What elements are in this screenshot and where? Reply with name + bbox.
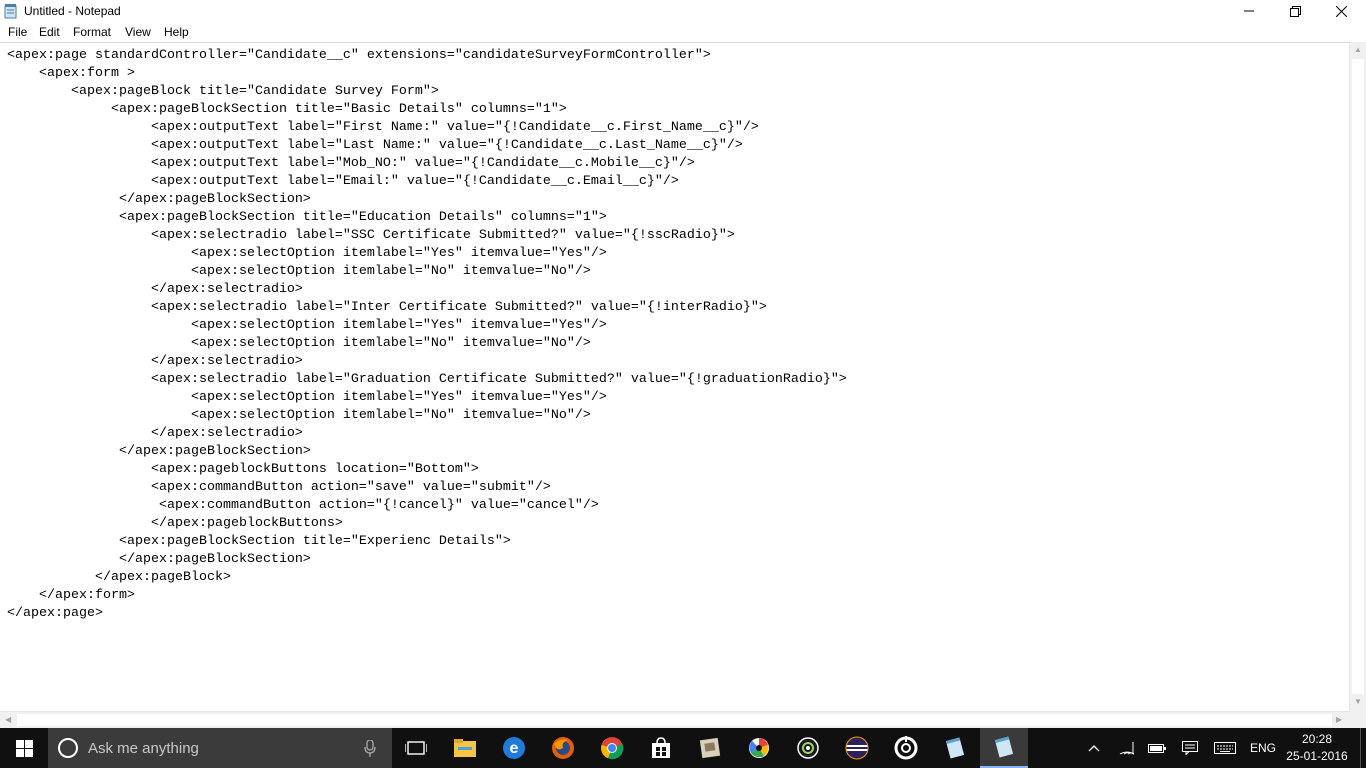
keyboard-icon xyxy=(1214,742,1236,754)
menu-view[interactable]: View xyxy=(125,25,151,39)
scroll-down-icon[interactable]: ▼ xyxy=(1354,697,1362,706)
eclipse-button[interactable] xyxy=(833,728,881,768)
cortana-search-box[interactable]: Ask me anything xyxy=(48,728,392,768)
file-explorer-button[interactable] xyxy=(441,728,489,768)
battery-button[interactable] xyxy=(1144,728,1170,768)
windows-logo-icon xyxy=(15,739,33,757)
notepad-pinned-button[interactable] xyxy=(931,728,979,768)
edge-icon: e xyxy=(503,737,525,759)
vertical-scrollbar[interactable]: ▲ ▼ xyxy=(1349,42,1366,711)
notepad-icon xyxy=(945,737,965,759)
horizontal-scrollbar[interactable]: ◀ ▶ xyxy=(0,711,1349,729)
vertical-scroll-thumb[interactable] xyxy=(1352,59,1364,694)
firefox-button[interactable] xyxy=(539,728,587,768)
task-view-button[interactable] xyxy=(392,728,440,768)
notepad-icon xyxy=(4,4,18,19)
eclipse-icon xyxy=(845,736,869,760)
menu-help[interactable]: Help xyxy=(164,25,189,39)
network-button[interactable] xyxy=(1114,728,1140,768)
task-view-icon xyxy=(405,741,427,755)
action-center-button[interactable] xyxy=(1176,728,1204,768)
scroll-right-icon[interactable]: ▶ xyxy=(1336,715,1342,724)
microphone-icon[interactable] xyxy=(364,740,376,757)
scroll-up-icon[interactable]: ▲ xyxy=(1354,45,1362,54)
minimize-button[interactable] xyxy=(1226,0,1272,22)
start-button[interactable] xyxy=(0,728,48,768)
close-button[interactable] xyxy=(1318,0,1364,22)
scroll-left-icon[interactable]: ◀ xyxy=(5,715,11,724)
menu-format[interactable]: Format xyxy=(73,25,111,39)
show-desktop-button[interactable] xyxy=(1360,728,1366,768)
firefox-icon xyxy=(552,737,574,759)
taskbar: Ask me anything e ENG 20:28 25-01-2016 xyxy=(0,728,1366,768)
picasa-button[interactable] xyxy=(735,728,783,768)
notification-icon xyxy=(1182,741,1198,755)
input-language-button[interactable]: ENG xyxy=(1246,728,1280,768)
window-title: Untitled - Notepad xyxy=(24,4,121,18)
scrollbar-corner xyxy=(1349,711,1366,728)
store-icon xyxy=(652,737,670,758)
wifi-icon xyxy=(1119,742,1135,755)
show-hidden-icons-button[interactable] xyxy=(1082,728,1106,768)
taskbar-app-generic[interactable] xyxy=(686,728,734,768)
maximize-button[interactable] xyxy=(1272,0,1318,22)
taskbar-app-circle[interactable] xyxy=(882,728,930,768)
svg-text:e: e xyxy=(510,740,519,757)
horizontal-scroll-thumb[interactable] xyxy=(17,714,1332,726)
touch-keyboard-button[interactable] xyxy=(1208,728,1242,768)
menu-file[interactable]: File xyxy=(8,25,27,39)
camera-icon xyxy=(797,737,819,759)
editor-content[interactable]: <apex:page standardController="Candidate… xyxy=(7,47,847,623)
restore-icon xyxy=(1289,5,1301,17)
notepad-icon xyxy=(994,736,1014,758)
ring-icon xyxy=(894,736,918,760)
text-editor[interactable]: <apex:page standardController="Candidate… xyxy=(0,42,1349,712)
app-tile-icon xyxy=(699,737,721,759)
edge-button[interactable]: e xyxy=(490,728,538,768)
battery-icon xyxy=(1148,744,1166,753)
folder-icon xyxy=(454,739,476,757)
chrome-icon xyxy=(601,737,624,760)
store-button[interactable] xyxy=(637,728,685,768)
title-bar: Untitled - Notepad xyxy=(0,0,1366,23)
cortana-icon xyxy=(58,738,78,758)
clock-date: 25-01-2016 xyxy=(1286,749,1348,763)
search-placeholder: Ask me anything xyxy=(88,740,199,757)
camera-app-button[interactable] xyxy=(784,728,832,768)
menu-bar: File Edit Format View Help xyxy=(0,23,1366,42)
chevron-up-icon xyxy=(1088,745,1100,752)
minimize-icon xyxy=(1244,10,1254,12)
notepad-active-button[interactable] xyxy=(980,728,1028,768)
picasa-icon xyxy=(749,738,769,758)
chrome-button[interactable] xyxy=(588,728,636,768)
system-clock[interactable]: 20:28 25-01-2016 xyxy=(1284,731,1350,765)
clock-time: 20:28 xyxy=(1301,732,1333,746)
menu-edit[interactable]: Edit xyxy=(39,25,60,39)
close-icon xyxy=(1335,5,1347,17)
